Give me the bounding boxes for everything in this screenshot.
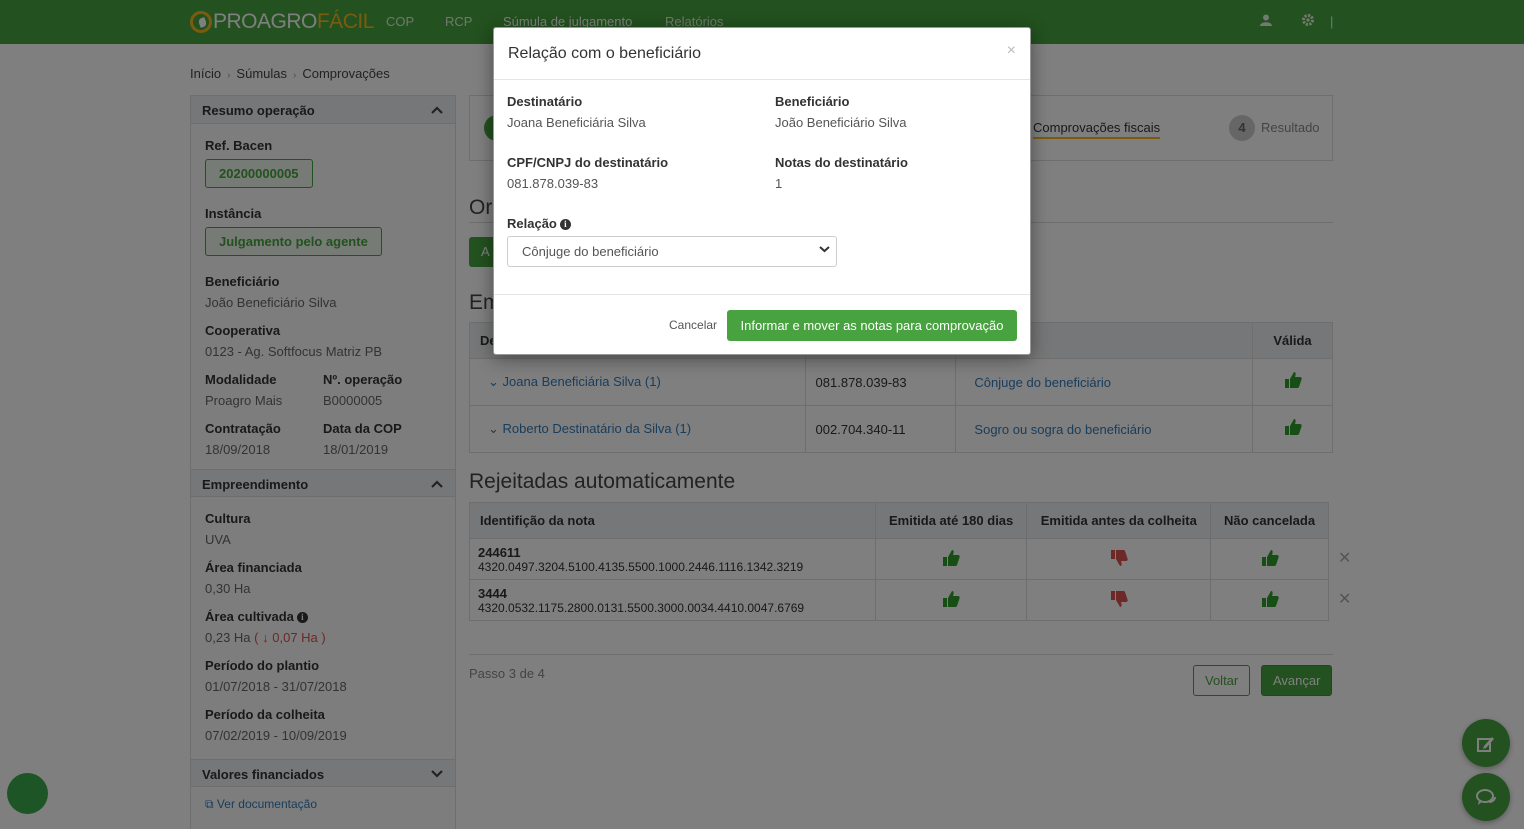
notas-label: Notas do destinatário xyxy=(775,155,908,170)
relacao-selected-value: Cônjuge do beneficiário xyxy=(522,244,659,259)
relacao-select[interactable]: Cônjuge do beneficiário xyxy=(507,236,837,267)
beneficiario-value: João Beneficiário Silva xyxy=(775,115,907,130)
destinatario-value: Joana Beneficiária Silva xyxy=(507,115,646,130)
submit-button[interactable]: Informar e mover as notas para comprovaç… xyxy=(727,310,1017,341)
modal-header-divider xyxy=(494,79,1030,80)
chevron-down-icon xyxy=(819,244,830,256)
cpf-label: CPF/CNPJ do destinatário xyxy=(507,155,669,170)
close-icon[interactable]: × xyxy=(1007,42,1016,60)
relacao-label: Relação i xyxy=(507,216,571,231)
relationship-modal: Relação com o beneficiário × Destinatári… xyxy=(493,27,1031,355)
destinatario-label: Destinatário xyxy=(507,94,583,109)
modal-footer-divider xyxy=(494,294,1030,295)
beneficiario-label: Beneficiário xyxy=(775,94,850,109)
info-icon[interactable]: i xyxy=(559,219,571,230)
notas-value: 1 xyxy=(775,176,783,191)
modal-title: Relação com o beneficiário xyxy=(508,45,701,62)
cancel-button[interactable]: Cancelar xyxy=(669,318,717,332)
cpf-value: 081.878.039-83 xyxy=(507,176,599,191)
